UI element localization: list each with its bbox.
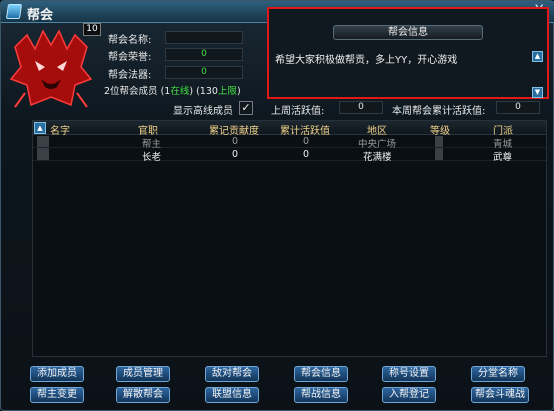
cell-region: 花满楼: [363, 152, 392, 163]
cell-activity: 0: [303, 149, 310, 160]
guild-artifact-label: 帮会法器:: [108, 70, 152, 81]
member-limit-label: 上限: [217, 86, 237, 97]
table-row[interactable]: 长老 0 0 花满楼 武尊: [33, 149, 546, 163]
guild-name-label: 帮会名称:: [108, 35, 152, 46]
header-sect[interactable]: 门派: [493, 122, 513, 137]
guild-notice-text: 希望大家积极做帮贡，多上YY，开心游戏: [275, 55, 458, 66]
member-online-label: 在线: [170, 86, 190, 97]
cell-rank: 长老: [142, 152, 162, 163]
header-contribution[interactable]: 累记贡献度: [209, 122, 259, 137]
join-register-button[interactable]: 入帮登记: [382, 387, 436, 403]
guild-honor-value: 0: [165, 48, 243, 61]
cell-contribution: 0: [232, 136, 239, 147]
cell-contribution: 0: [232, 149, 239, 160]
header-level[interactable]: 等级: [430, 122, 450, 137]
guild-book-icon: [5, 4, 23, 19]
last-week-active-label: 上周活跃值:: [271, 106, 325, 117]
guild-info-tab[interactable]: 帮会信息: [333, 25, 483, 40]
header-rank[interactable]: 官职: [138, 122, 158, 137]
cell-rank: 帮主: [142, 139, 162, 150]
guild-war-info-button[interactable]: 帮战信息: [294, 387, 348, 403]
header-name[interactable]: 名字: [50, 122, 70, 137]
guild-emblem-icon: [9, 29, 93, 108]
header-region[interactable]: 地区: [367, 122, 387, 137]
show-offline-checkbox[interactable]: ✓: [239, 101, 253, 115]
member-manage-button[interactable]: 成员管理: [116, 366, 170, 382]
show-offline-label: 显示高线成员: [173, 106, 233, 117]
enemy-guild-button[interactable]: 敌对帮会: [205, 366, 259, 382]
window-title: 帮会: [27, 8, 54, 23]
guild-notice-panel: 帮会信息 希望大家积极做帮贡，多上YY，开心游戏 ▲ ▼: [267, 7, 549, 99]
disband-guild-button[interactable]: 解散帮会: [116, 387, 170, 403]
cell-sect: 武尊: [493, 152, 513, 163]
member-count-mid: ) (130: [189, 86, 218, 97]
cell-region: 中央广场: [358, 139, 397, 150]
member-count-prefix: 2位帮会成员 (1: [104, 86, 171, 97]
header-activity[interactable]: 累计活跃值: [280, 122, 330, 137]
guild-honor-label: 帮会荣誉:: [108, 52, 152, 63]
title-settings-button[interactable]: 称号设置: [382, 366, 436, 382]
notice-scroll-up-button[interactable]: ▲: [532, 51, 543, 62]
guild-battle-button[interactable]: 帮会斗魂战: [471, 387, 529, 403]
table-scroll-up-button[interactable]: ▲: [34, 122, 46, 134]
guild-info-button[interactable]: 帮会信息: [294, 366, 348, 382]
member-table: 名字 官职 累记贡献度 累计活跃值 地区 等级 门派 帮主 0 0 中央广场 青…: [32, 120, 547, 357]
table-header: 名字 官职 累记贡献度 累计活跃值 地区 等级 门派: [33, 121, 546, 137]
member-count-suffix: ): [236, 86, 241, 97]
last-week-active-value: 0: [339, 101, 383, 114]
guild-artifact-value: 0: [165, 66, 243, 79]
cell-activity: 0: [303, 136, 310, 147]
guild-window: 帮会 X 10 帮会名称: 帮会荣誉: 0 帮会法器: 0 2位帮会成员 (1在…: [0, 0, 554, 411]
change-leader-button[interactable]: 帮主变更: [30, 387, 84, 403]
add-member-button[interactable]: 添加成员: [30, 366, 84, 382]
cumulative-active-label: 本周帮会累计活跃值:: [392, 106, 486, 117]
branch-name-button[interactable]: 分堂名称: [471, 366, 525, 382]
table-row[interactable]: 帮主 0 0 中央广场 青城: [33, 136, 546, 150]
cell-sect: 青城: [493, 139, 513, 150]
cumulative-active-value: 0: [496, 101, 540, 114]
member-count: 2位帮会成员 (1在线) (130上限): [104, 83, 241, 97]
notice-scroll-down-button[interactable]: ▼: [532, 87, 543, 98]
alliance-info-button[interactable]: 联盟信息: [205, 387, 259, 403]
guild-name-field: [165, 31, 243, 44]
